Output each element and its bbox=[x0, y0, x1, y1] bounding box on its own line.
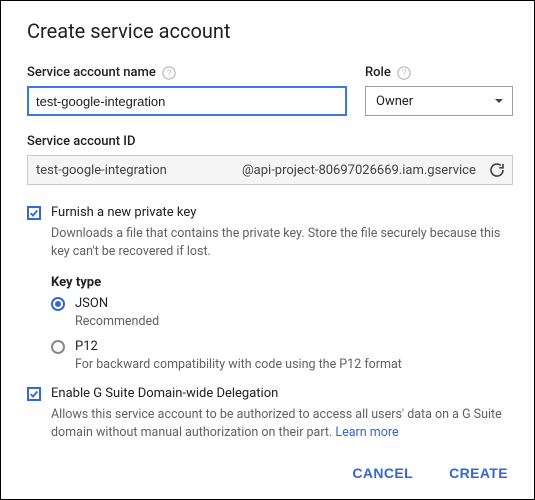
service-account-id-field: test-google-integration @api-project-806… bbox=[27, 155, 513, 185]
furnish-key-checkbox[interactable] bbox=[27, 206, 41, 220]
help-icon[interactable]: ? bbox=[397, 66, 411, 80]
service-account-id-label: Service account ID bbox=[27, 134, 513, 149]
enable-delegation-checkbox[interactable] bbox=[27, 387, 41, 401]
learn-more-link[interactable]: Learn more bbox=[335, 425, 398, 440]
key-type-p12-sub: For backward compatibility with code usi… bbox=[75, 357, 513, 372]
create-button[interactable]: CREATE bbox=[445, 459, 512, 487]
role-select[interactable]: Owner bbox=[365, 86, 513, 116]
delegation-desc-text: Allows this service account to be author… bbox=[51, 407, 502, 440]
role-label: Role ? bbox=[365, 65, 513, 80]
cancel-button[interactable]: CANCEL bbox=[348, 459, 417, 487]
service-account-name-input[interactable] bbox=[27, 86, 347, 116]
key-type-json-radio[interactable] bbox=[51, 297, 65, 311]
page-title: Create service account bbox=[27, 19, 513, 43]
refresh-icon[interactable] bbox=[488, 161, 506, 179]
label-text: Service account ID bbox=[27, 134, 135, 149]
id-prefix: test-google-integration bbox=[36, 163, 236, 178]
service-account-name-label: Service account name ? bbox=[27, 65, 347, 80]
enable-delegation-description: Allows this service account to be author… bbox=[51, 406, 513, 442]
enable-delegation-label: Enable G Suite Domain-wide Delegation bbox=[51, 386, 278, 401]
key-type-title: Key type bbox=[51, 275, 513, 290]
help-icon[interactable]: ? bbox=[162, 66, 176, 80]
chevron-down-icon bbox=[494, 96, 504, 106]
key-type-json-sub: Recommended bbox=[75, 314, 513, 329]
label-text: Service account name bbox=[27, 65, 156, 80]
key-type-p12-label: P12 bbox=[75, 339, 98, 354]
key-type-json-label: JSON bbox=[75, 296, 108, 311]
svg-text:?: ? bbox=[401, 68, 406, 78]
label-text: Role bbox=[365, 65, 391, 80]
furnish-key-description: Downloads a file that contains the priva… bbox=[51, 225, 513, 261]
furnish-key-label: Furnish a new private key bbox=[51, 205, 196, 220]
role-selected-value: Owner bbox=[376, 94, 413, 109]
id-suffix: @api-project-80697026669.iam.gservice bbox=[242, 163, 482, 178]
key-type-p12-radio[interactable] bbox=[51, 340, 65, 354]
svg-text:?: ? bbox=[166, 68, 171, 78]
